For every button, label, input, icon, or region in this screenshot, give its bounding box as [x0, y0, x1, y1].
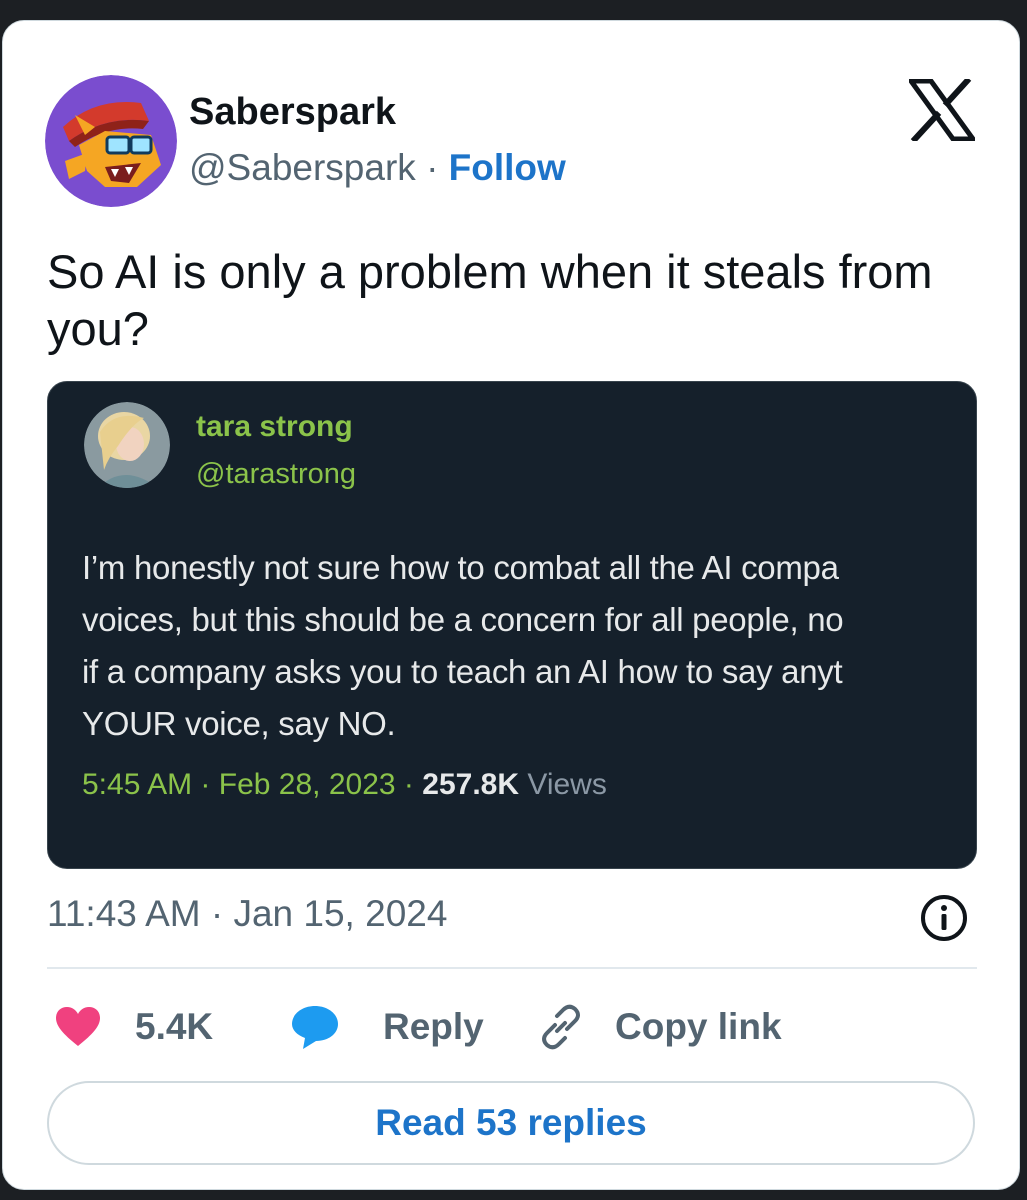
copy-link-button[interactable]: Copy link [537, 997, 782, 1057]
quoted-tweet-text: I’m honestly not sure how to combat all … [82, 542, 962, 750]
quoted-views-count: 257.8K [422, 768, 520, 801]
quoted-tweet-image[interactable]: tara strong @tarastrong I’m honestly not… [47, 381, 977, 869]
quoted-text-line: I’m honestly not sure how to combat all … [82, 549, 839, 586]
author-handle[interactable]: @Saberspark [189, 147, 416, 188]
tweet-timestamp[interactable]: 11:43 AM · Jan 15, 2024 [47, 893, 447, 935]
author-name[interactable]: Saberspark [189, 91, 396, 134]
divider [47, 967, 977, 969]
like-button[interactable]: 5.4K [55, 997, 213, 1057]
quoted-author-handle: @tarastrong [196, 458, 357, 490]
x-logo-icon[interactable] [906, 76, 978, 144]
quoted-meta-separator: · [403, 768, 414, 801]
speech-bubble-icon [292, 1006, 338, 1049]
reply-label: Reply [383, 1006, 484, 1047]
read-replies-button[interactable]: Read 53 replies [47, 1081, 975, 1165]
quoted-text-line: if a company asks you to teach an AI how… [82, 653, 843, 690]
author-handle-line: @Saberspark · Follow [189, 147, 566, 189]
follow-button[interactable]: Follow [449, 147, 566, 188]
screenshot-frame: Saberspark @Saberspark · Follow So AI is… [0, 0, 1027, 1200]
quoted-views-label: Views [527, 768, 607, 801]
reply-button[interactable]: Reply [291, 997, 484, 1057]
quoted-author-name: tara strong [196, 410, 353, 443]
copy-link-label: Copy link [615, 1006, 782, 1047]
quoted-tweet-meta: 5:45 AM · Feb 28, 2023 · 257.8K Views [82, 768, 607, 802]
quoted-author-avatar [84, 402, 170, 488]
heart-icon [56, 1007, 100, 1046]
quoted-time: 5:45 AM [82, 768, 193, 801]
quoted-date: Feb 28, 2023 [218, 768, 396, 801]
like-count: 5.4K [135, 1006, 214, 1047]
quoted-meta-separator: · [200, 768, 211, 801]
quoted-text-line: voices, but this should be a concern for… [82, 601, 844, 638]
tweet-text: So AI is only a problem when it steals f… [47, 245, 933, 355]
author-avatar[interactable] [45, 75, 177, 207]
info-icon[interactable] [919, 893, 969, 943]
tweet-embed-card: Saberspark @Saberspark · Follow So AI is… [2, 20, 1020, 1190]
link-icon [542, 1004, 580, 1050]
handle-separator: · [426, 147, 439, 188]
quoted-text-line: YOUR voice, say NO. [82, 705, 396, 742]
